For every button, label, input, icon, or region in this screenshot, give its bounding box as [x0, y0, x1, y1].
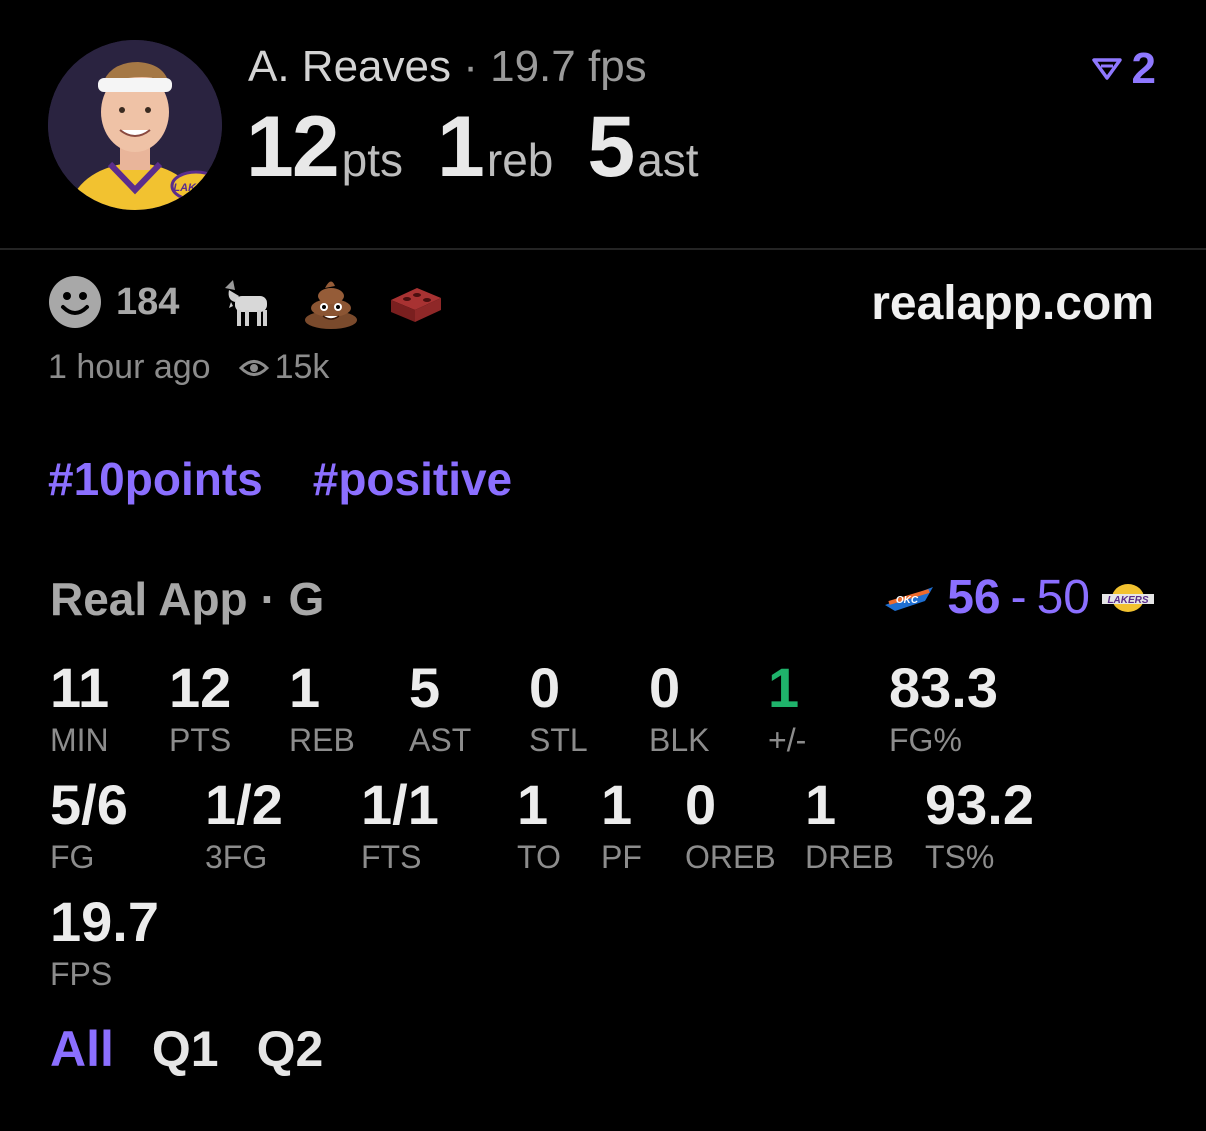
stat-value: 93.2 — [925, 773, 1034, 836]
stat-blk: 0 BLK — [649, 660, 709, 759]
stat-value: 1 — [768, 656, 800, 719]
rank-chevron-icon — [1091, 58, 1122, 80]
source-separator: · — [260, 573, 276, 625]
stat-stl: 0 STL — [529, 660, 588, 759]
stat-ts-pct: 93.2 TS% — [925, 777, 1034, 876]
title-separator: · — [463, 42, 478, 91]
away-score: 50 — [1036, 571, 1090, 624]
stat-3fg: 1/2 3FG — [205, 777, 283, 876]
reactions-bar: 184 — [48, 274, 471, 330]
stat-value: 12 — [169, 656, 232, 719]
stat-fps: 19.7 FPS — [50, 894, 159, 993]
goat-icon[interactable] — [219, 274, 275, 330]
stat-label: FTS — [361, 839, 422, 875]
stat-label: +/- — [768, 722, 807, 758]
stat-label: PTS — [169, 722, 232, 758]
site-link[interactable]: realapp.com — [871, 276, 1154, 331]
tag-positive[interactable]: #positive — [313, 452, 512, 506]
tag-10points[interactable]: #10points — [48, 452, 263, 506]
view-count: 15k — [274, 348, 330, 386]
game-score[interactable]: OKC 56-50 LAKERS — [881, 570, 1156, 625]
stat-value: 19.7 — [50, 890, 159, 953]
stat-label: STL — [529, 722, 588, 758]
svg-text:LAKERS: LAKERS — [173, 182, 219, 194]
stat-value: 1 — [601, 773, 633, 836]
stat-value: 0 — [649, 656, 681, 719]
stat-label: MIN — [50, 722, 109, 758]
stat-oreb: 0 OREB — [685, 777, 776, 876]
stat-fg: 5/6 FG — [50, 777, 128, 876]
stat-reb: 1 REB — [289, 660, 355, 759]
stat-plus-minus: 1 +/- — [768, 660, 806, 759]
time-ago: 1 hour ago — [48, 348, 211, 386]
fps-text: 19.7 fps — [490, 42, 647, 91]
stat-label: DREB — [805, 839, 894, 875]
filter-q2[interactable]: Q2 — [257, 1020, 324, 1078]
rebounds-unit: reb — [486, 134, 554, 186]
stat-value: 1 — [805, 773, 837, 836]
stat-to: 1 TO — [517, 777, 561, 876]
stat-label: TO — [517, 839, 561, 875]
headline-stats: 12pts 1reb 5ast — [246, 98, 733, 197]
poop-icon[interactable] — [303, 274, 359, 330]
stat-value: 11 — [50, 656, 110, 719]
okc-logo-icon: OKC — [885, 586, 934, 611]
stat-value: 83.3 — [889, 656, 998, 719]
stat-label: FG — [50, 839, 95, 875]
home-score: 56 — [947, 571, 1001, 624]
stat-value: 5/6 — [50, 773, 128, 836]
filter-all[interactable]: All — [50, 1020, 114, 1078]
stat-value: 1 — [517, 773, 549, 836]
stat-label: 3FG — [205, 839, 268, 875]
tag-list: #10points #positive — [48, 452, 512, 506]
stat-label: REB — [289, 722, 355, 758]
rebounds-value: 1 — [437, 99, 485, 195]
lakers-logo-icon: LAKERS — [1102, 583, 1154, 612]
smiley-reaction-icon[interactable] — [48, 275, 102, 329]
game-source: Real App · G — [50, 572, 324, 626]
svg-text:OKC: OKC — [896, 595, 919, 606]
stat-dreb: 1 DREB — [805, 777, 894, 876]
stat-value: 5 — [409, 656, 441, 719]
stat-label: PF — [601, 839, 642, 875]
stat-value: 1/2 — [205, 773, 283, 836]
period-filters: All Q1 Q2 — [50, 1020, 323, 1078]
stat-label: TS% — [925, 839, 995, 875]
eye-icon — [238, 359, 269, 376]
svg-text:LAKERS: LAKERS — [1107, 595, 1148, 606]
stat-pts: 12 PTS — [169, 660, 231, 759]
stat-value: 0 — [529, 656, 561, 719]
stat-label: BLK — [649, 722, 710, 758]
stat-label: AST — [409, 722, 472, 758]
rank-value: 2 — [1131, 44, 1156, 93]
stat-value: 1 — [289, 656, 321, 719]
assists-unit: ast — [637, 134, 699, 186]
player-name[interactable]: A. Reaves — [248, 42, 451, 91]
stat-label: OREB — [685, 839, 776, 875]
player-photo: LAKERS — [48, 40, 222, 210]
player-position: G — [288, 573, 325, 625]
stat-value: 1/1 — [361, 773, 439, 836]
stat-ast: 5 AST — [409, 660, 471, 759]
stat-value: 0 — [685, 773, 717, 836]
header-divider — [0, 248, 1206, 250]
source-name: Real App — [50, 573, 248, 625]
player-title: A. Reaves · 19.7 fps — [248, 42, 647, 92]
reaction-count: 184 — [116, 280, 180, 323]
stat-min: 11 MIN — [50, 660, 109, 759]
brick-icon[interactable] — [387, 274, 443, 330]
stat-label: FPS — [50, 956, 113, 992]
stat-fts: 1/1 FTS — [361, 777, 439, 876]
player-avatar[interactable]: LAKERS — [48, 40, 222, 210]
stat-label: FG% — [889, 722, 962, 758]
assists-value: 5 — [587, 99, 635, 195]
points-unit: pts — [341, 134, 404, 186]
post-meta: 1 hour ago 15k — [48, 348, 329, 387]
rank-badge[interactable]: 2 — [1091, 44, 1156, 94]
score-dash: - — [1010, 571, 1027, 624]
stat-pf: 1 PF — [601, 777, 642, 876]
points-value: 12 — [246, 99, 340, 195]
stat-fg-pct: 83.3 FG% — [889, 660, 998, 759]
filter-q1[interactable]: Q1 — [152, 1020, 219, 1078]
